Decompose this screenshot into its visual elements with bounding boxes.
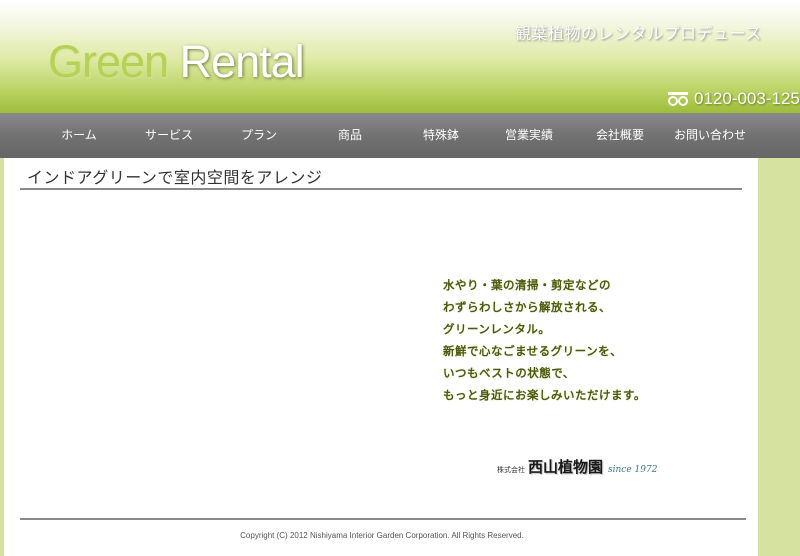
phone-number[interactable]: 0120-003-125 [667, 89, 800, 109]
left-side-band [0, 158, 4, 556]
site-tagline: 観葉植物のレンタルプロデュース [515, 24, 762, 43]
title-divider [20, 188, 742, 190]
nav-item-service[interactable]: サービス [124, 113, 214, 158]
right-side-band [758, 158, 800, 556]
message-line: 新鮮で心なごませるグリーンを、 [443, 344, 623, 358]
logo-word-green: Green [48, 36, 169, 87]
nav-item-track-record[interactable]: 営業実績 [484, 113, 574, 158]
site-logo[interactable]: Green Rental [48, 36, 305, 88]
nav-item-company[interactable]: 会社概要 [575, 113, 665, 158]
nav-item-contact[interactable]: お問い合わせ [665, 113, 755, 158]
company-signature: 株式会社 西山植物園 since 1972 [497, 456, 657, 477]
message-line: 水やり・葉の清掃・剪定などの [443, 278, 611, 292]
freedial-icon [667, 91, 689, 107]
copyright-text: Copyright (C) 2012 Nishiyama Interior Ga… [240, 531, 524, 540]
logo-word-rental: Rental [179, 36, 305, 87]
message-line: わずらわしさから解放される、 [443, 300, 611, 314]
message-line: もっと身近にお楽しみいただけます。 [443, 388, 646, 402]
company-since: since 1972 [608, 465, 658, 475]
footer-divider [20, 518, 746, 520]
company-prefix: 株式会社 [497, 466, 525, 474]
site-header: Green Rental 観葉植物のレンタルプロデュース 0120-003-12… [0, 0, 800, 113]
nav-item-plan[interactable]: プラン [214, 113, 304, 158]
message-line: いつもベストの状態で、 [443, 366, 575, 380]
nav-item-products[interactable]: 商品 [305, 113, 395, 158]
intro-message: 水やり・葉の清掃・剪定などの わずらわしさから解放される、 グリーンレンタル。 … [443, 274, 646, 406]
company-name: 西山植物園 [528, 458, 604, 476]
phone-number-text: 0120-003-125 [694, 89, 800, 108]
nav-item-special-pots[interactable]: 特殊鉢 [396, 113, 486, 158]
message-line: グリーンレンタル。 [443, 322, 551, 336]
page-title: インドアグリーンで室内空間をアレンジ [27, 168, 323, 187]
main-nav: ホーム サービス プラン 商品 特殊鉢 営業実績 会社概要 お問い合わせ [0, 113, 800, 158]
nav-item-home[interactable]: ホーム [34, 113, 124, 158]
